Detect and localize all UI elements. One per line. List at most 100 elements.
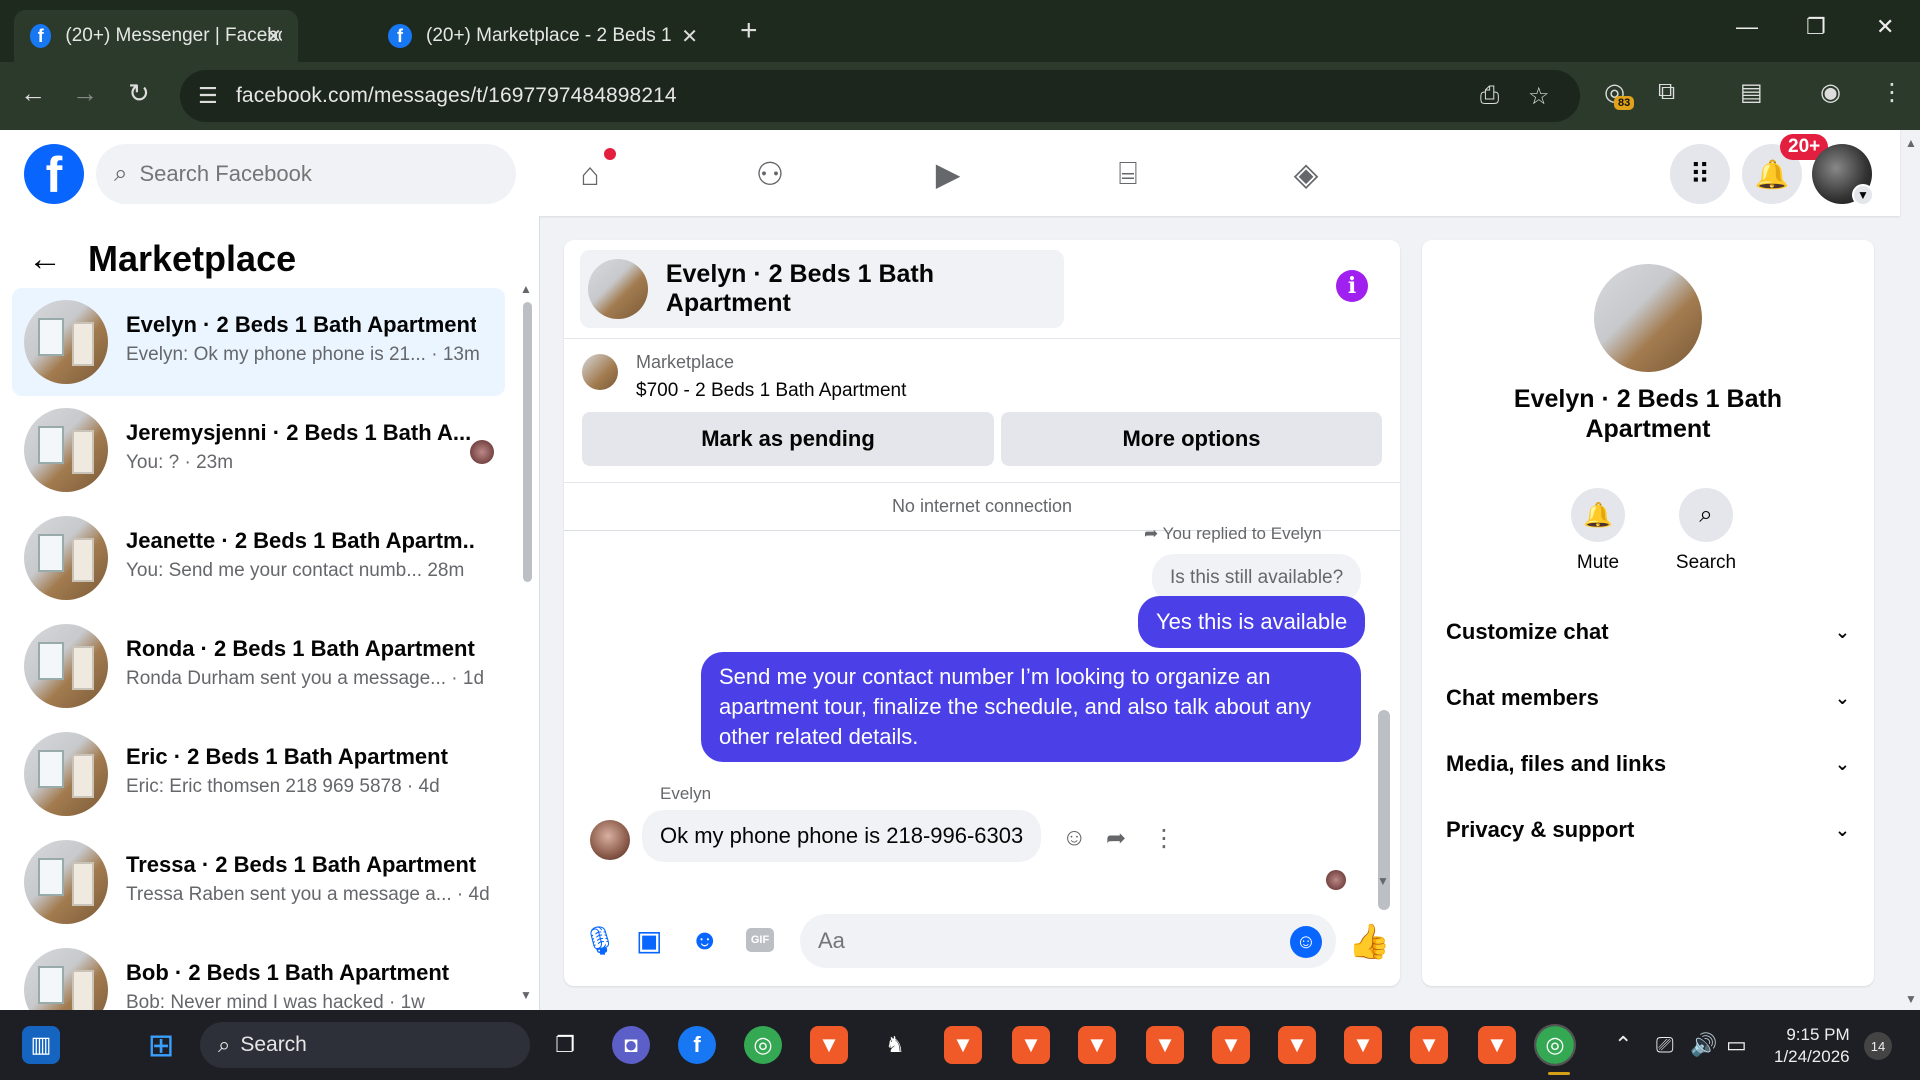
mark-as-pending-button[interactable]: Mark as pending — [582, 412, 994, 466]
listing-price[interactable]: $700 - 2 Beds 1 Bath Apartment — [636, 380, 906, 402]
chrome-active-icon[interactable]: ◎ — [1534, 1024, 1576, 1066]
sender-avatar[interactable] — [590, 820, 630, 860]
search-input[interactable] — [139, 161, 480, 187]
network-icon[interactable]: ⎚ — [1656, 1032, 1674, 1058]
brave-profile-icon[interactable]: ▼ — [1012, 1026, 1050, 1064]
profile-icon[interactable]: ◉ — [1820, 78, 1841, 107]
browser-menu-icon[interactable]: ⋮ — [1880, 78, 1904, 107]
info-icon[interactable]: i — [1336, 270, 1368, 302]
more-icon[interactable]: ⋮ — [1152, 824, 1176, 853]
scroll-up-icon[interactable]: ▲ — [1905, 136, 1917, 150]
facebook-header: f ⌕ ⌂ ⚇ ▶ ⌸ ◈ ⠿ 🔔 20+ ▼ — [0, 130, 1900, 216]
system-clock[interactable]: 9:15 PM 1/24/2026 — [1774, 1024, 1850, 1068]
marketplace-icon[interactable]: ⌸ — [1106, 152, 1150, 196]
friends-icon[interactable]: ⚇ — [748, 152, 792, 196]
minimize-icon[interactable]: — — [1736, 14, 1758, 40]
taskbar-search[interactable]: ⌕ Search — [200, 1022, 530, 1068]
conversation-item[interactable]: Eric · 2 Beds 1 Bath Apartment Eric: Eri… — [12, 720, 505, 828]
search-icon: ⌕ — [1679, 488, 1733, 542]
close-tab-icon[interactable]: ✕ — [265, 24, 282, 49]
sticker-icon[interactable]: ☻ — [690, 924, 719, 956]
privacy-support-section[interactable]: Privacy & support ⌄ — [1446, 810, 1850, 850]
conversation-item[interactable]: Jeremysjenni · 2 Beds 1 Bath A... You: ?… — [12, 396, 505, 504]
video-icon[interactable]: ▶ — [926, 152, 970, 196]
gaming-icon[interactable]: ◈ — [1284, 152, 1328, 196]
bookmark-star-icon[interactable]: ☆ — [1528, 82, 1550, 111]
sidebar-scrollbar[interactable]: ▲ ▼ — [520, 282, 534, 1002]
volume-icon[interactable]: 🔊 — [1690, 1032, 1717, 1058]
quoted-message[interactable]: Is this still available? — [1152, 554, 1362, 602]
page-scrollbar[interactable]: ▲ ▼ — [1902, 130, 1920, 1010]
reply-icon[interactable]: ➦ — [1106, 824, 1126, 853]
facebook-search[interactable]: ⌕ — [96, 144, 516, 204]
tab-messenger[interactable]: f (20+) Messenger | Facebook ✕ — [14, 10, 298, 62]
facebook-app-icon[interactable]: f — [678, 1026, 716, 1064]
restore-icon[interactable]: ❐ — [1806, 14, 1826, 40]
media-files-links-section[interactable]: Media, files and links ⌄ — [1446, 744, 1850, 784]
scroll-down-icon[interactable]: ▼ — [1377, 874, 1389, 888]
back-arrow-icon[interactable]: ← — [28, 240, 62, 279]
reading-list-icon[interactable]: ▤ — [1740, 78, 1763, 107]
customize-chat-section[interactable]: Customize chat ⌄ — [1446, 612, 1850, 652]
scroll-down-icon[interactable]: ▼ — [1905, 992, 1917, 1006]
microphone-icon[interactable]: 🎙 — [582, 924, 618, 957]
back-icon[interactable]: ← — [20, 78, 46, 109]
start-icon[interactable]: ⊞ — [142, 1026, 180, 1064]
photo-icon[interactable]: ▣ — [636, 924, 662, 957]
scroll-up-icon[interactable]: ▲ — [520, 282, 532, 296]
notification-count-badge[interactable]: 14 — [1864, 1032, 1892, 1060]
brave-profile-icon[interactable]: ▼ — [1212, 1026, 1250, 1064]
close-window-icon[interactable]: ✕ — [1876, 14, 1894, 40]
gif-icon[interactable]: GIF — [746, 928, 774, 952]
reload-icon[interactable]: ↻ — [128, 78, 150, 109]
conversation-item[interactable]: Bob · 2 Beds 1 Bath Apartment Bob: Never… — [12, 936, 505, 1012]
emoji-icon[interactable]: ☺ — [1290, 926, 1322, 958]
conversation-item[interactable]: Evelyn · 2 Beds 1 Bath Apartment Evelyn:… — [12, 288, 505, 396]
outgoing-message[interactable]: Send me your contact number I’m looking … — [701, 652, 1361, 762]
widgets-icon[interactable]: ▥ — [22, 1026, 60, 1064]
extensions-puzzle-icon[interactable]: ⧉ — [1658, 78, 1675, 106]
chat-members-section[interactable]: Chat members ⌄ — [1446, 678, 1850, 718]
brave-profile-icon[interactable]: ▼ — [1278, 1026, 1316, 1064]
message-composer[interactable]: ☺ — [800, 914, 1336, 968]
tray-chevron-up-icon[interactable]: ⌃ — [1614, 1032, 1632, 1058]
battery-icon[interactable]: ▭ — [1726, 1032, 1747, 1058]
menu-grid-icon[interactable]: ⠿ — [1670, 144, 1730, 204]
install-app-icon[interactable]: ⎙ — [1480, 82, 1499, 110]
more-options-button[interactable]: More options — [1001, 412, 1382, 466]
chrome-icon[interactable]: ◎ — [744, 1026, 782, 1064]
outgoing-message[interactable]: Yes this is available — [1138, 596, 1366, 648]
conversation-item[interactable]: Jeanette · 2 Beds 1 Bath Apartm... You: … — [12, 504, 505, 612]
facebook-logo-icon[interactable]: f — [24, 144, 84, 204]
message-input[interactable] — [818, 928, 1258, 954]
incoming-message[interactable]: Ok my phone phone is 218-996-6303 — [642, 810, 1042, 862]
tab-marketplace[interactable]: f (20+) Marketplace - 2 Beds 1 Ba ✕ — [372, 10, 720, 62]
brave-profile-icon[interactable]: ▼ — [1146, 1026, 1184, 1064]
react-emoji-icon[interactable]: ☺ — [1062, 824, 1087, 852]
facebook-favicon-icon: f — [30, 24, 52, 48]
thumbs-up-icon[interactable]: 👍 — [1348, 922, 1390, 962]
conversation-item[interactable]: Ronda · 2 Beds 1 Bath Apartment Ronda Du… — [12, 612, 505, 720]
app-icon[interactable]: ♞ — [876, 1026, 914, 1064]
task-view-icon[interactable]: ❐ — [546, 1026, 584, 1064]
chevron-down-icon: ⌄ — [1834, 621, 1850, 642]
address-bar[interactable]: ☰ facebook.com/messages/t/16977974848982… — [180, 70, 1580, 122]
chat-header[interactable]: Evelyn · 2 Beds 1 Bath Apartment — [580, 250, 1064, 328]
scrollbar-thumb[interactable] — [523, 302, 532, 582]
search-button[interactable]: ⌕ Search — [1666, 488, 1746, 574]
scroll-down-icon[interactable]: ▼ — [520, 988, 532, 1002]
site-info-icon[interactable]: ☰ — [198, 83, 218, 109]
brave-profile-icon[interactable]: ▼ — [1478, 1026, 1516, 1064]
brave-profile-icon[interactable]: ▼ — [1078, 1026, 1116, 1064]
mute-button[interactable]: 🔔 Mute — [1558, 488, 1638, 574]
forward-icon[interactable]: → — [72, 78, 98, 109]
brave-icon[interactable]: ▼ — [810, 1026, 848, 1064]
chevron-down-icon[interactable]: ▼ — [1852, 184, 1874, 206]
brave-profile-icon[interactable]: ▼ — [944, 1026, 982, 1064]
close-tab-icon[interactable]: ✕ — [681, 24, 698, 49]
conversation-item[interactable]: Tressa · 2 Beds 1 Bath Apartment Tressa … — [12, 828, 505, 936]
chat-app-icon[interactable]: ◘ — [612, 1026, 650, 1064]
brave-profile-icon[interactable]: ▼ — [1344, 1026, 1382, 1064]
brave-profile-icon[interactable]: ▼ — [1410, 1026, 1448, 1064]
new-tab-icon[interactable]: + — [740, 14, 758, 48]
